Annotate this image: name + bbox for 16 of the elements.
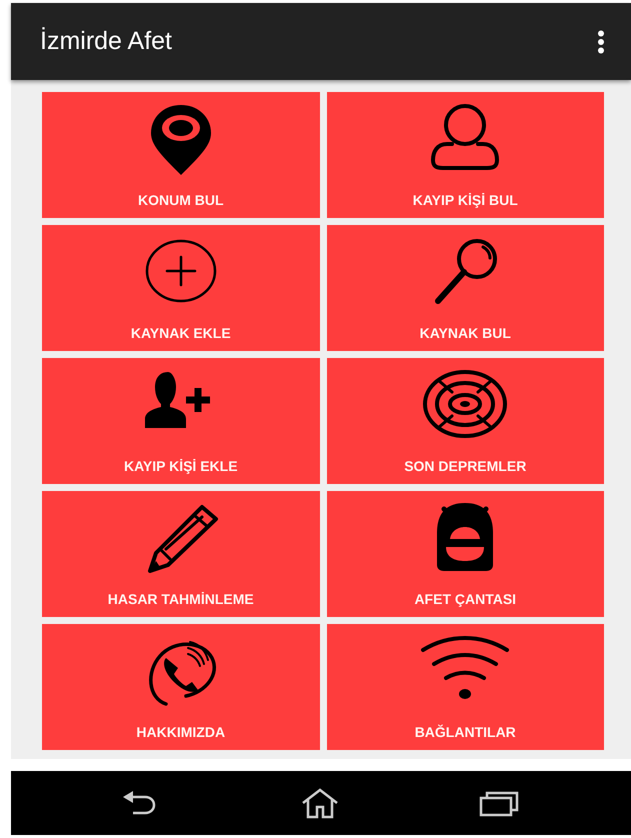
menu-tile[interactable]: KONUM BUL bbox=[42, 92, 320, 218]
menu-tile[interactable]: HASAR TAHMİNLEME bbox=[42, 491, 320, 617]
menu-tile[interactable]: KAYIP KİŞİ BUL bbox=[326, 92, 604, 218]
menu-tile[interactable]: AFET ÇANTASI bbox=[326, 491, 604, 617]
menu-tile[interactable]: KAYIP KİŞİ EKLE bbox=[42, 358, 320, 484]
menu-tile[interactable]: SON DEPREMLER bbox=[326, 358, 604, 484]
more-icon bbox=[597, 30, 605, 54]
recent-apps-button[interactable] bbox=[479, 789, 522, 817]
menu-tile[interactable]: HAKKIMIZDA bbox=[42, 624, 320, 750]
home-icon bbox=[300, 787, 340, 819]
menu-tile[interactable]: KAYNAK BUL bbox=[326, 225, 604, 351]
app-title: İzmirde Afet bbox=[40, 27, 172, 56]
recent-apps-icon bbox=[479, 789, 522, 817]
menu-tile[interactable]: KAYNAK EKLE bbox=[42, 225, 320, 351]
home-button[interactable] bbox=[300, 787, 340, 819]
menu-tile[interactable]: BAĞLANTILAR bbox=[326, 624, 604, 750]
